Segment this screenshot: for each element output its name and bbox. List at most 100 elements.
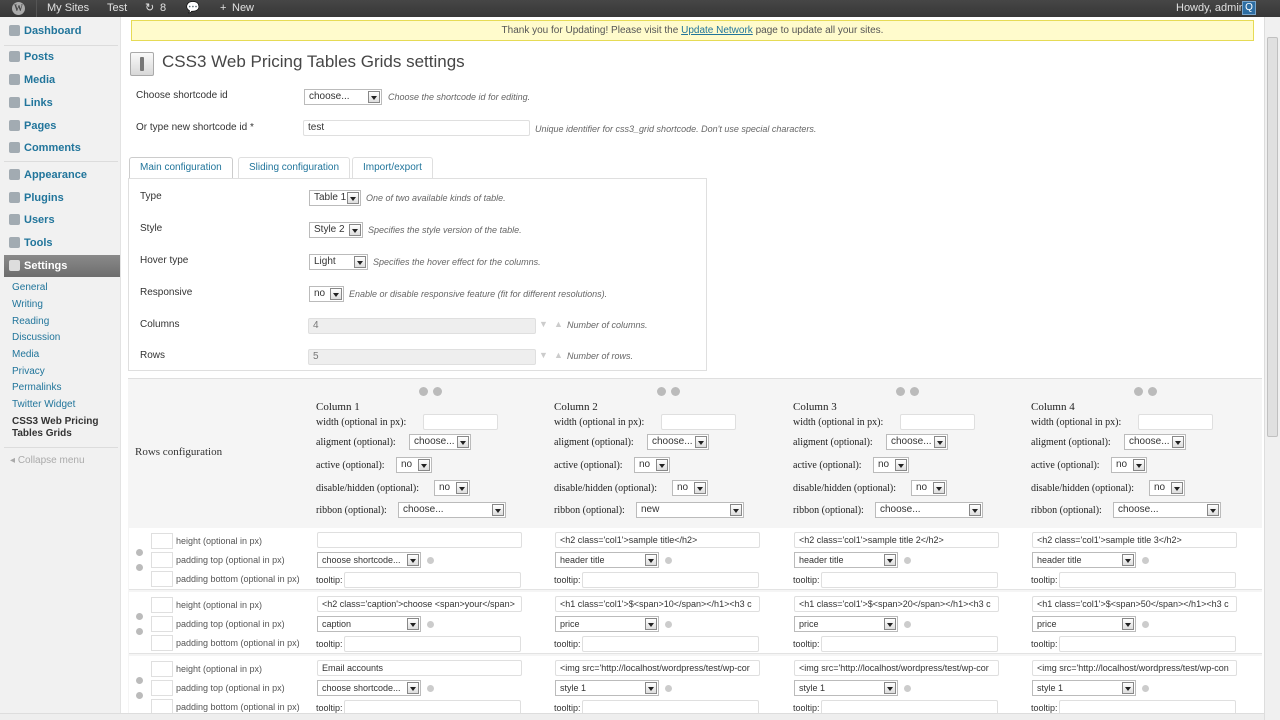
sidebar-item-media[interactable]: Media <box>4 69 118 91</box>
alignment-select[interactable]: choose... <box>647 434 709 450</box>
cell-content-input[interactable]: <h1 class='col1'>$<span>50</span></h1><h… <box>1032 596 1237 612</box>
move-down-icon[interactable] <box>136 564 143 571</box>
cell-content-input[interactable]: <h1 class='col1'>$<span>10</span></h1><h… <box>555 596 760 612</box>
cell-content-input[interactable]: <img src='http://localhost/wordpress/tes… <box>555 660 760 676</box>
cell-content-input[interactable]: <img src='http://localhost/wordpress/tes… <box>1032 660 1237 676</box>
info-icon[interactable] <box>665 685 672 692</box>
alignment-select[interactable]: choose... <box>409 434 471 450</box>
submenu-media[interactable]: Media <box>12 349 112 361</box>
shortcode-select[interactable]: choose... <box>304 89 382 105</box>
submenu-general[interactable]: General <box>12 282 112 294</box>
style-select[interactable]: Style 2 <box>309 222 363 238</box>
row-height-input[interactable] <box>151 597 173 613</box>
ribbon-select[interactable]: choose... <box>875 502 983 518</box>
wordpress-logo-icon[interactable]: W <box>12 2 25 15</box>
info-icon[interactable] <box>665 557 672 564</box>
move-down-icon[interactable] <box>136 628 143 635</box>
info-icon[interactable] <box>427 557 434 564</box>
info-icon[interactable] <box>427 685 434 692</box>
tab-sliding-configuration[interactable]: Sliding configuration <box>238 157 351 179</box>
submenu-twitter-widget[interactable]: Twitter Widget <box>12 399 112 411</box>
sidebar-item-links[interactable]: Links <box>4 92 118 114</box>
horizontal-scrollbar[interactable] <box>0 713 1264 720</box>
row-height-input[interactable] <box>151 533 173 549</box>
cell-type-select[interactable]: header title <box>1032 552 1136 568</box>
hidden-select[interactable]: no <box>911 480 947 496</box>
new-link[interactable]: New <box>232 0 254 17</box>
sidebar-item-tools[interactable]: Tools <box>4 232 118 254</box>
info-icon[interactable] <box>665 621 672 628</box>
tooltip-input[interactable] <box>821 636 998 652</box>
hidden-select[interactable]: no <box>1149 480 1185 496</box>
columns-input[interactable]: 4 <box>308 318 536 334</box>
tab-main-configuration[interactable]: Main configuration <box>129 157 233 179</box>
cell-type-select[interactable]: price <box>555 616 659 632</box>
search-icon[interactable]: Q <box>1242 1 1256 15</box>
info-icon[interactable] <box>1142 557 1149 564</box>
sidebar-item-settings[interactable]: Settings <box>4 255 120 277</box>
tooltip-input[interactable] <box>1059 572 1236 588</box>
active-select[interactable]: no <box>873 457 909 473</box>
cell-type-select[interactable]: style 1 <box>794 680 898 696</box>
hidden-select[interactable]: no <box>434 480 470 496</box>
cell-content-input[interactable]: <h2 class='col1'>sample title</h2> <box>555 532 760 548</box>
info-icon[interactable] <box>427 621 434 628</box>
alignment-select[interactable]: choose... <box>886 434 948 450</box>
tab-import-export[interactable]: Import/export <box>352 157 433 179</box>
site-link[interactable]: Test <box>107 0 127 17</box>
new-shortcode-input[interactable]: test <box>303 120 530 136</box>
row-padding-top-input[interactable] <box>151 616 173 632</box>
cell-type-select[interactable]: caption <box>317 616 421 632</box>
move-right-icon[interactable] <box>1148 387 1157 396</box>
submenu-css3-pricing-tables[interactable]: CSS3 Web Pricing Tables Grids <box>12 416 112 440</box>
cell-content-input[interactable]: <h2 class='col1'>sample title 3</h2> <box>1032 532 1237 548</box>
cell-content-input[interactable]: <img src='http://localhost/wordpress/tes… <box>794 660 999 676</box>
move-left-icon[interactable] <box>419 387 428 396</box>
rows-input[interactable]: 5 <box>308 349 536 365</box>
move-right-icon[interactable] <box>910 387 919 396</box>
width-input[interactable] <box>900 414 975 430</box>
update-network-link[interactable]: Update Network <box>681 25 753 36</box>
cell-type-select[interactable]: style 1 <box>1032 680 1136 696</box>
increase-arrow-icon[interactable]: ▲ <box>554 351 563 360</box>
cell-content-input[interactable]: Email accounts <box>317 660 522 676</box>
submenu-permalinks[interactable]: Permalinks <box>12 382 112 394</box>
row-padding-bottom-input[interactable] <box>151 571 173 587</box>
collapse-menu-button[interactable]: ◂ Collapse menu <box>10 455 85 466</box>
cell-type-select[interactable]: style 1 <box>555 680 659 696</box>
cell-type-select[interactable]: choose shortcode... <box>317 680 421 696</box>
move-up-icon[interactable] <box>136 549 143 556</box>
cell-type-select[interactable]: header title <box>794 552 898 568</box>
sidebar-item-comments[interactable]: Comments <box>4 137 118 159</box>
active-select[interactable]: no <box>396 457 432 473</box>
width-input[interactable] <box>423 414 498 430</box>
info-icon[interactable] <box>1142 621 1149 628</box>
tooltip-input[interactable] <box>582 572 759 588</box>
sidebar-item-appearance[interactable]: Appearance <box>4 164 118 186</box>
hidden-select[interactable]: no <box>672 480 708 496</box>
row-padding-top-input[interactable] <box>151 680 173 696</box>
width-input[interactable] <box>661 414 736 430</box>
comments-icon[interactable]: 💬 <box>186 0 200 17</box>
tooltip-input[interactable] <box>821 572 998 588</box>
updates-icon[interactable]: ↻ <box>145 0 154 17</box>
cell-type-select[interactable]: choose shortcode... <box>317 552 421 568</box>
tooltip-input[interactable] <box>344 636 521 652</box>
sidebar-item-posts[interactable]: Posts <box>4 46 118 68</box>
sidebar-item-plugins[interactable]: Plugins <box>4 187 118 209</box>
move-left-icon[interactable] <box>1134 387 1143 396</box>
move-left-icon[interactable] <box>657 387 666 396</box>
updates-count[interactable]: 8 <box>160 0 166 17</box>
move-down-icon[interactable] <box>136 692 143 699</box>
cell-type-select[interactable]: header title <box>555 552 659 568</box>
tooltip-input[interactable] <box>344 572 521 588</box>
info-icon[interactable] <box>904 685 911 692</box>
ribbon-select[interactable]: choose... <box>398 502 506 518</box>
cell-type-select[interactable]: price <box>1032 616 1136 632</box>
active-select[interactable]: no <box>1111 457 1147 473</box>
sidebar-item-dashboard[interactable]: Dashboard <box>4 20 118 42</box>
new-plus-icon[interactable]: + <box>220 0 226 17</box>
active-select[interactable]: no <box>634 457 670 473</box>
tooltip-input[interactable] <box>582 636 759 652</box>
cell-content-input[interactable] <box>317 532 522 548</box>
